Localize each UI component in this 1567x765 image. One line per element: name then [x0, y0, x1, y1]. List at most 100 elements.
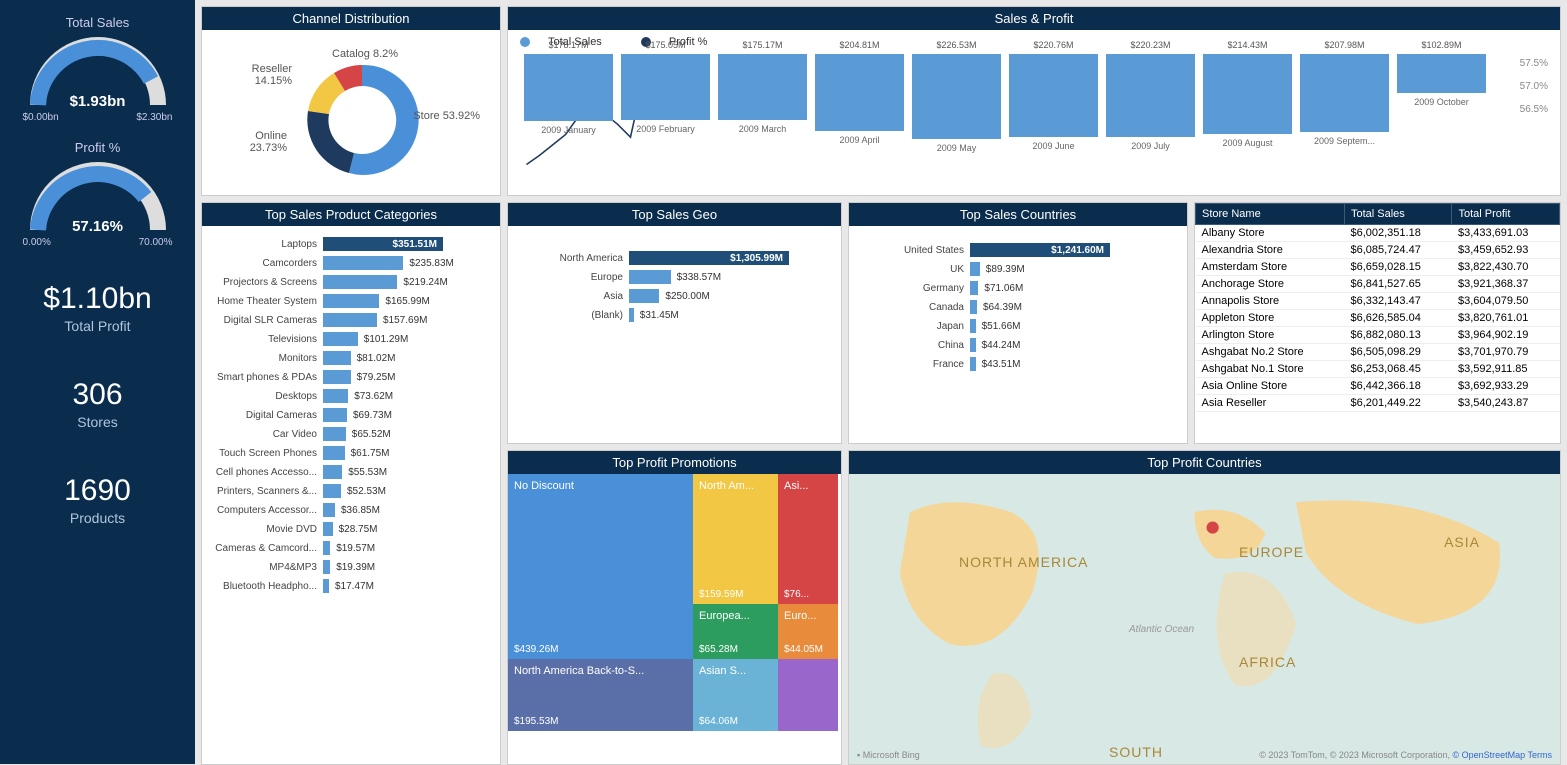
sp-column[interactable]: $214.43M2009 August — [1199, 54, 1296, 184]
sp-column[interactable]: $226.53M2009 May — [908, 54, 1005, 184]
hbar-row[interactable]: Cameras & Camcord...$19.57M — [208, 541, 494, 555]
hbar-row[interactable]: China$44.24M — [855, 338, 1181, 352]
terms-link[interactable]: Terms — [1528, 750, 1553, 760]
table-row[interactable]: Ashgabat No.1 Store$6,253,068.45$3,592,9… — [1196, 361, 1560, 378]
table-row[interactable]: Arlington Store$6,882,080.13$3,964,902.1… — [1196, 327, 1560, 344]
sp-column[interactable]: $204.81M2009 April — [811, 54, 908, 184]
hbar-row[interactable]: Cell phones Accesso...$55.53M — [208, 465, 494, 479]
donut-chart[interactable]: Catalog 8.2% Reseller 14.15% Online 23.7… — [202, 30, 500, 195]
treemap-cell[interactable]: Asian S...$64.06M — [693, 659, 778, 731]
hbar-row[interactable]: Monitors$81.02M — [208, 351, 494, 365]
store-table[interactable]: Store Name Total Sales Total Profit Alba… — [1195, 203, 1560, 412]
sp-column[interactable]: $175.05M2009 February — [617, 54, 714, 184]
hbar-row[interactable]: Digital Cameras$69.73M — [208, 408, 494, 422]
card-title: Top Profit Countries — [849, 451, 1560, 474]
card-top-promotions[interactable]: Top Profit Promotions No Discount$439.26… — [507, 450, 842, 765]
table-scroll[interactable]: Store Name Total Sales Total Profit Alba… — [1195, 203, 1560, 421]
treemap-cell[interactable]: North Am...$159.59M — [693, 474, 778, 604]
sp-column[interactable]: $178.17M2009 January — [520, 54, 617, 184]
hbar-row[interactable]: Smart phones & PDAs$79.25M — [208, 370, 494, 384]
treemap-cell[interactable]: North America Back-to-S...$195.53M — [508, 659, 693, 731]
treemap-cell[interactable]: Euro...$44.05M — [778, 604, 838, 659]
hbar-row[interactable]: Europe$338.57M — [514, 270, 835, 284]
hbar-row[interactable]: Computers Accessor...$36.85M — [208, 503, 494, 517]
sp-column[interactable]: $220.76M2009 June — [1005, 54, 1102, 184]
hbar-row[interactable]: Home Theater System$165.99M — [208, 294, 494, 308]
col-total-sales[interactable]: Total Sales — [1344, 204, 1452, 225]
treemap-cell[interactable]: Asi...$76... — [778, 474, 838, 604]
col-store-name[interactable]: Store Name — [1196, 204, 1345, 225]
gauge-value-profit: 57.16% — [23, 218, 173, 235]
hbar-row[interactable]: France$43.51M — [855, 357, 1181, 371]
treemap-promotions[interactable]: No Discount$439.26M North Am...$159.59M … — [508, 474, 841, 764]
table-row[interactable]: Asia Online Store$6,442,366.18$3,692,933… — [1196, 378, 1560, 395]
card-channel-distribution[interactable]: Channel Distribution Catalog 8.2% Resell… — [201, 6, 501, 196]
sp-column[interactable]: $220.23M2009 July — [1102, 54, 1199, 184]
card-title: Top Sales Countries — [849, 203, 1187, 226]
kpi-total-profit: $1.10bn Total Profit — [43, 282, 151, 334]
hbar-list-geo[interactable]: North America$1,305.99M Europe$338.57M Asi… — [508, 226, 841, 443]
bing-logo: ▪ Microsoft Bing — [857, 750, 920, 760]
treemap-cell[interactable]: No Discount$439.26M — [508, 474, 693, 659]
treemap-cell[interactable] — [778, 659, 838, 731]
card-top-geo[interactable]: Top Sales Geo North America$1,305.99M Eur… — [507, 202, 842, 444]
osm-link[interactable]: © OpenStreetMap — [1452, 750, 1525, 760]
card-title: Sales & Profit — [508, 7, 1560, 30]
gauge-total-sales: $1.93bn — [23, 30, 173, 110]
hbar-row[interactable]: Desktops$73.62M — [208, 389, 494, 403]
hbar-row[interactable]: UK$89.39M — [855, 262, 1181, 276]
table-row[interactable]: Annapolis Store$6,332,143.47$3,604,079.5… — [1196, 293, 1560, 310]
hbar-row[interactable]: Projectors & Screens$219.24M — [208, 275, 494, 289]
card-top-countries[interactable]: Top Sales Countries United States$1,241.… — [848, 202, 1188, 444]
dashboard-grid: Channel Distribution Catalog 8.2% Resell… — [195, 0, 1567, 764]
card-top-profit-countries[interactable]: Top Profit Countries NORTH AMERICA EUROP… — [848, 450, 1561, 765]
table-row[interactable]: Ashgabat No.2 Store$6,505,098.29$3,701,9… — [1196, 344, 1560, 361]
hbar-row[interactable]: Digital SLR Cameras$157.69M — [208, 313, 494, 327]
hbar-row[interactable]: Movie DVD$28.75M — [208, 522, 494, 536]
gauge-title-profit: Profit % — [75, 140, 121, 155]
gauge-title-sales: Total Sales — [66, 15, 130, 30]
card-store-table[interactable]: Store Name Total Sales Total Profit Alba… — [1194, 202, 1561, 444]
hbar-row[interactable]: Televisions$101.29M — [208, 332, 494, 346]
kpi-products: 1690 Products — [64, 474, 131, 526]
gauge-profit-pct: 57.16% — [23, 155, 173, 235]
table-row[interactable]: Albany Store$6,002,351.18$3,433,691.03 — [1196, 225, 1560, 242]
treemap-cell[interactable]: Europea...$65.28M — [693, 604, 778, 659]
sp-column[interactable]: $207.98M2009 Septem... — [1296, 54, 1393, 184]
col-total-profit[interactable]: Total Profit — [1452, 204, 1560, 225]
hbar-row[interactable]: (Blank)$31.45M — [514, 308, 835, 322]
table-row[interactable]: Anchorage Store$6,841,527.65$3,921,368.3… — [1196, 276, 1560, 293]
map-attribution: © 2023 TomTom, © 2023 Microsoft Corporat… — [1259, 750, 1552, 760]
hbar-row[interactable]: North America$1,305.99M — [514, 251, 835, 265]
table-row[interactable]: Appleton Store$6,626,585.04$3,820,761.01 — [1196, 310, 1560, 327]
hbar-row[interactable]: MP4&MP3$19.39M — [208, 560, 494, 574]
hbar-row[interactable]: Camcorders$235.83M — [208, 256, 494, 270]
kpi-stores: 306 Stores — [72, 378, 122, 430]
hbar-row[interactable]: United States$1,241.60M — [855, 243, 1181, 257]
hbar-row[interactable]: Japan$51.66M — [855, 319, 1181, 333]
sp-column[interactable]: $175.17M2009 March — [714, 54, 811, 184]
hbar-row[interactable]: Asia$250.00M — [514, 289, 835, 303]
card-title: Top Profit Promotions — [508, 451, 841, 474]
hbar-row[interactable]: Bluetooth Headpho...$17.47M — [208, 579, 494, 593]
hbar-row[interactable]: Car Video$65.52M — [208, 427, 494, 441]
hbar-row[interactable]: Germany$71.06M — [855, 281, 1181, 295]
table-row[interactable]: Amsterdam Store$6,659,028.15$3,822,430.7… — [1196, 259, 1560, 276]
table-row[interactable]: Asia Reseller$6,201,449.22$3,540,243.87 — [1196, 395, 1560, 412]
sp-column[interactable]: $102.89M2009 October — [1393, 54, 1490, 184]
card-title: Top Sales Geo — [508, 203, 841, 226]
combo-chart[interactable]: $178.17M2009 January$175.05M2009 Februar… — [508, 54, 1560, 184]
kpi-sidebar: Total Sales $1.93bn $0.00bn$2.30bn Profi… — [0, 0, 195, 764]
world-map[interactable]: NORTH AMERICA EUROPE ASIA AFRICA SOUTH A… — [849, 474, 1560, 764]
gauge-value-sales: $1.93bn — [23, 93, 173, 110]
table-row[interactable]: Alexandria Store$6,085,724.47$3,459,652.… — [1196, 242, 1560, 259]
hbar-row[interactable]: Printers, Scanners &...$52.53M — [208, 484, 494, 498]
hbar-row[interactable]: Laptops$351.51M — [208, 237, 494, 251]
card-sales-profit[interactable]: Sales & Profit Total Sales Profit % 57.5… — [507, 6, 1561, 196]
card-top-categories[interactable]: Top Sales Product Categories Laptops$351… — [201, 202, 501, 765]
hbar-list-countries[interactable]: United States$1,241.60M UK$89.39M Germany$… — [849, 226, 1187, 443]
hbar-list-categories[interactable]: Laptops$351.51M Camcorders$235.83M Project… — [202, 226, 500, 764]
card-title: Top Sales Product Categories — [202, 203, 500, 226]
hbar-row[interactable]: Canada$64.39M — [855, 300, 1181, 314]
hbar-row[interactable]: Touch Screen Phones$61.75M — [208, 446, 494, 460]
